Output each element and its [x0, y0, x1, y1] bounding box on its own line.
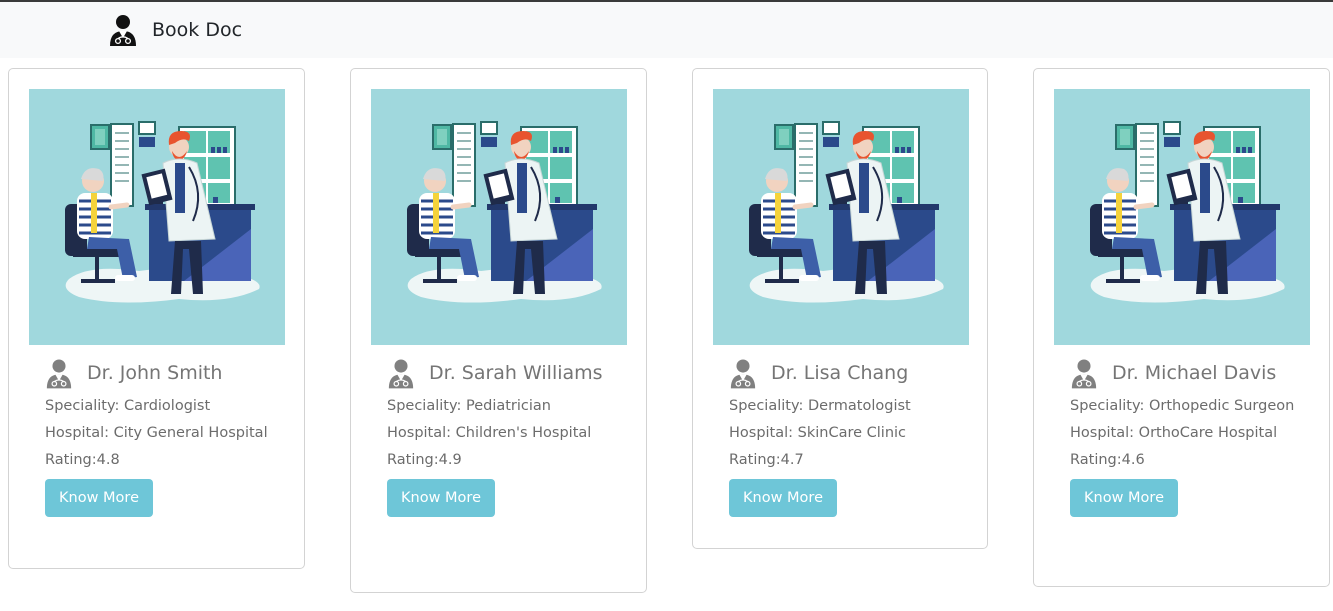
- doctor-name-row: Dr. Michael Davis: [1070, 357, 1300, 389]
- doctor-speciality: Speciality: Dermatologist: [729, 398, 911, 414]
- doctor-card: Dr. Sarah Williams Speciality: Pediatric…: [350, 68, 647, 593]
- doctor-name-row: Dr. John Smith: [45, 357, 275, 389]
- card-body: Dr. John Smith Speciality: Cardiologist …: [45, 357, 275, 517]
- doctor-name-row: Dr. Sarah Williams: [387, 357, 617, 389]
- doctor-rating: Rating:4.9: [387, 452, 462, 468]
- card-body: Dr. Sarah Williams Speciality: Pediatric…: [387, 357, 617, 517]
- doctor-icon: [387, 358, 415, 389]
- card-body: Dr. Michael Davis Speciality: Orthopedic…: [1070, 357, 1300, 517]
- doctor-icon: [108, 14, 138, 46]
- know-more-button[interactable]: Know More: [1070, 479, 1178, 517]
- doctor-speciality: Speciality: Cardiologist: [45, 398, 211, 414]
- know-more-button[interactable]: Know More: [729, 479, 837, 517]
- navbar: Book Doc: [0, 0, 1333, 58]
- doctor-name: Dr. Lisa Chang: [771, 362, 909, 384]
- know-more-button[interactable]: Know More: [45, 479, 153, 517]
- doctor-icon: [45, 358, 73, 389]
- brand-text: Book Doc: [152, 19, 243, 41]
- doctor-rating: Rating:4.8: [45, 452, 120, 468]
- doctor-speciality: Speciality: Pediatrician: [387, 398, 551, 414]
- brand[interactable]: Book Doc: [108, 14, 242, 46]
- doctor-name: Dr. Sarah Williams: [429, 362, 603, 384]
- doctor-card: Dr. Lisa Chang Speciality: Dermatologist…: [692, 68, 988, 549]
- doctor-illustration: [371, 89, 627, 345]
- doctor-hospital: Hospital: City General Hospital: [45, 425, 268, 441]
- doctor-hospital: Hospital: SkinCare Clinic: [729, 425, 907, 441]
- know-more-button[interactable]: Know More: [387, 479, 495, 517]
- doctor-illustration: [713, 89, 969, 345]
- doctor-speciality: Speciality: Orthopedic Surgeon: [1070, 398, 1295, 414]
- doctor-card: Dr. John Smith Speciality: Cardiologist …: [8, 68, 305, 569]
- doctor-illustration: [1054, 89, 1310, 345]
- doctor-icon: [1070, 358, 1098, 389]
- doctor-card: Dr. Michael Davis Speciality: Orthopedic…: [1033, 68, 1330, 587]
- doctor-icon: [729, 358, 757, 389]
- doctor-name: Dr. Michael Davis: [1112, 362, 1277, 384]
- doctor-hospital: Hospital: Children's Hospital: [387, 425, 592, 441]
- doctor-name: Dr. John Smith: [87, 362, 223, 384]
- doctor-hospital: Hospital: OrthoCare Hospital: [1070, 425, 1278, 441]
- doctor-illustration: [29, 89, 285, 345]
- doctor-rating: Rating:4.7: [729, 452, 804, 468]
- doctor-rating: Rating:4.6: [1070, 452, 1145, 468]
- card-body: Dr. Lisa Chang Speciality: Dermatologist…: [729, 357, 959, 517]
- doctor-name-row: Dr. Lisa Chang: [729, 357, 959, 389]
